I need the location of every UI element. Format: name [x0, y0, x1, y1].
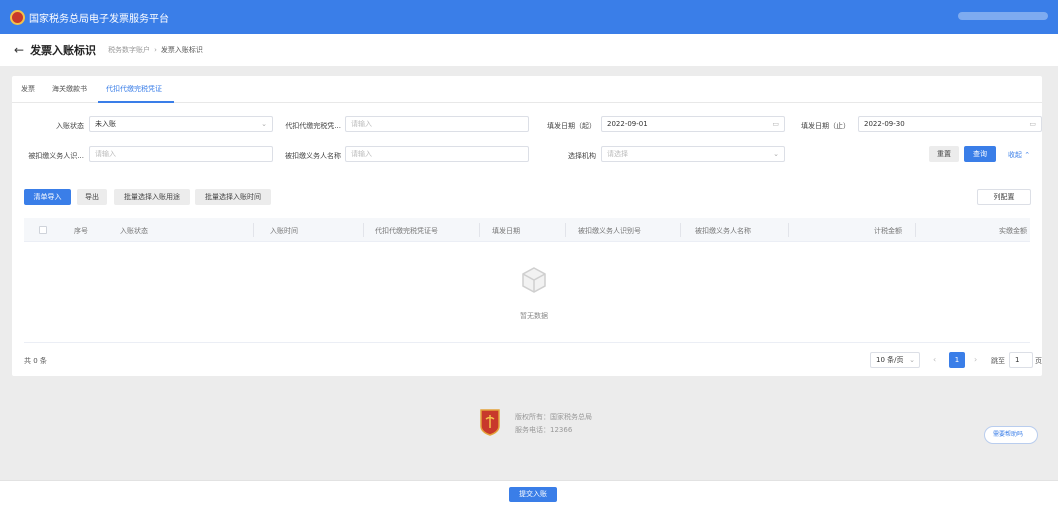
column-config-button[interactable]: 列配置 [977, 189, 1031, 205]
taxpayer-id-label: 被扣缴义务人识... [28, 152, 84, 160]
column-header[interactable]: 序号 [74, 226, 88, 236]
tab-withholding-certificate[interactable]: 代扣代缴完税凭证 [106, 84, 162, 94]
top-header: 国家税务总局电子发票服务平台 [0, 0, 1058, 34]
voucher-input[interactable]: 请输入 [345, 116, 529, 132]
goto-page-input[interactable]: 1 [1009, 352, 1033, 368]
page-header: ← 发票入账标识 税务数字账户 › 发票入账标识 [0, 34, 1058, 66]
calendar-icon: ▭ [1029, 120, 1036, 128]
column-divider [363, 223, 364, 237]
taxpayer-name-label: 被扣缴义务人名称 [285, 152, 341, 160]
main-card: 发票 海关缴款书 代扣代缴完税凭证 入账状态 未入账 ⌄ 代扣代缴完税凭... … [12, 76, 1042, 376]
column-divider [565, 223, 566, 237]
tax-emblem-footer-logo [480, 409, 500, 436]
calendar-icon: ▭ [772, 120, 779, 128]
date-end-value: 2022-09-30 [864, 120, 905, 128]
column-divider [479, 223, 480, 237]
voucher-label: 代扣代缴完税凭... [285, 122, 341, 130]
page-suffix-label: 页 [1035, 357, 1042, 365]
site-title: 国家税务总局电子发票服务平台 [29, 13, 169, 25]
page-size-select[interactable]: 10 条/页 ⌄ [870, 352, 920, 368]
prev-page-icon[interactable]: ‹ [933, 355, 936, 364]
arrow-left-icon[interactable]: ← [14, 43, 24, 57]
date-end-picker[interactable]: 2022-09-30 ▭ [858, 116, 1042, 132]
page-size-value: 10 条/页 [876, 356, 904, 364]
org-select[interactable]: 请选择 ⌄ [601, 146, 785, 162]
date-start-value: 2022-09-01 [607, 120, 648, 128]
help-float-button[interactable]: 需要帮助吗 [984, 426, 1038, 444]
column-divider [680, 223, 681, 237]
table-bottom-border [24, 342, 1030, 343]
date-start-label: 填发日期（起） [547, 122, 596, 130]
column-header[interactable]: 实缴金额 [999, 226, 1027, 236]
page-title: 发票入账标识 [30, 44, 97, 57]
batch-purpose-button[interactable]: 批量选择入账用途 [114, 189, 190, 205]
column-divider [253, 223, 254, 237]
status-select[interactable]: 未入账 ⌄ [89, 116, 273, 132]
chevron-down-icon: ⌄ [909, 356, 915, 364]
reset-button[interactable]: 重置 [929, 146, 959, 162]
taxpayer-id-placeholder: 请输入 [95, 150, 116, 158]
import-list-button[interactable]: 清单导入 [24, 189, 71, 205]
table-header: 序号 入账状态 入账时间 代扣代缴完税凭证号 填发日期 被扣缴义务人识别号 被扣… [24, 218, 1030, 242]
submit-entry-button[interactable]: 提交入账 [509, 487, 557, 502]
empty-box-icon [522, 267, 546, 293]
tab-bar: 发票 海关缴款书 代扣代缴完税凭证 [12, 76, 1042, 103]
voucher-placeholder: 请输入 [351, 120, 372, 128]
column-header[interactable]: 计税金额 [874, 226, 902, 236]
org-placeholder: 请选择 [607, 150, 628, 158]
breadcrumb-parent[interactable]: 税务数字账户 [108, 45, 150, 55]
breadcrumb-separator: › [154, 46, 157, 54]
column-header[interactable]: 被扣缴义务人名称 [695, 226, 751, 236]
total-count: 共 0 条 [24, 357, 47, 365]
column-header[interactable]: 填发日期 [492, 226, 520, 236]
breadcrumb-current: 发票入账标识 [160, 46, 203, 54]
column-header[interactable]: 入账状态 [120, 226, 148, 236]
column-divider [788, 223, 789, 237]
batch-time-button[interactable]: 批量选择入账时间 [195, 189, 271, 205]
taxpayer-id-input[interactable]: 请输入 [89, 146, 273, 162]
tax-emblem-logo [10, 9, 25, 25]
taxpayer-name-input[interactable]: 请输入 [345, 146, 529, 162]
date-end-label: 填发日期（止） [801, 122, 850, 130]
goto-label: 跳至 [991, 357, 1005, 365]
export-button[interactable]: 导出 [77, 189, 107, 205]
footer-copyright: 版权所有：国家税务总局 [515, 413, 592, 421]
date-start-picker[interactable]: 2022-09-01 ▭ [601, 116, 785, 132]
status-value: 未入账 [95, 120, 116, 128]
select-all-checkbox[interactable] [39, 226, 47, 234]
user-info[interactable] [958, 12, 1048, 20]
footer-hotline: 服务电话：12366 [515, 426, 573, 434]
empty-state-text: 暂无数据 [520, 312, 548, 320]
column-header[interactable]: 入账时间 [270, 226, 298, 236]
next-page-icon[interactable]: › [974, 355, 977, 364]
tab-customs-payment[interactable]: 海关缴款书 [52, 84, 87, 94]
collapse-filters-link[interactable]: 收起 ⌃ [1008, 150, 1030, 160]
chevron-down-icon: ⌄ [261, 120, 267, 128]
org-label: 选择机构 [568, 152, 596, 160]
chevron-down-icon: ⌄ [773, 150, 779, 158]
taxpayer-name-placeholder: 请输入 [351, 150, 372, 158]
page-number-current[interactable]: 1 [949, 352, 965, 368]
tab-invoice[interactable]: 发票 [21, 84, 35, 94]
column-header[interactable]: 代扣代缴完税凭证号 [375, 226, 438, 236]
status-label: 入账状态 [56, 122, 84, 130]
tab-active-indicator [98, 101, 174, 103]
column-divider [915, 223, 916, 237]
query-button[interactable]: 查询 [964, 146, 996, 162]
column-header[interactable]: 被扣缴义务人识别号 [578, 226, 641, 236]
